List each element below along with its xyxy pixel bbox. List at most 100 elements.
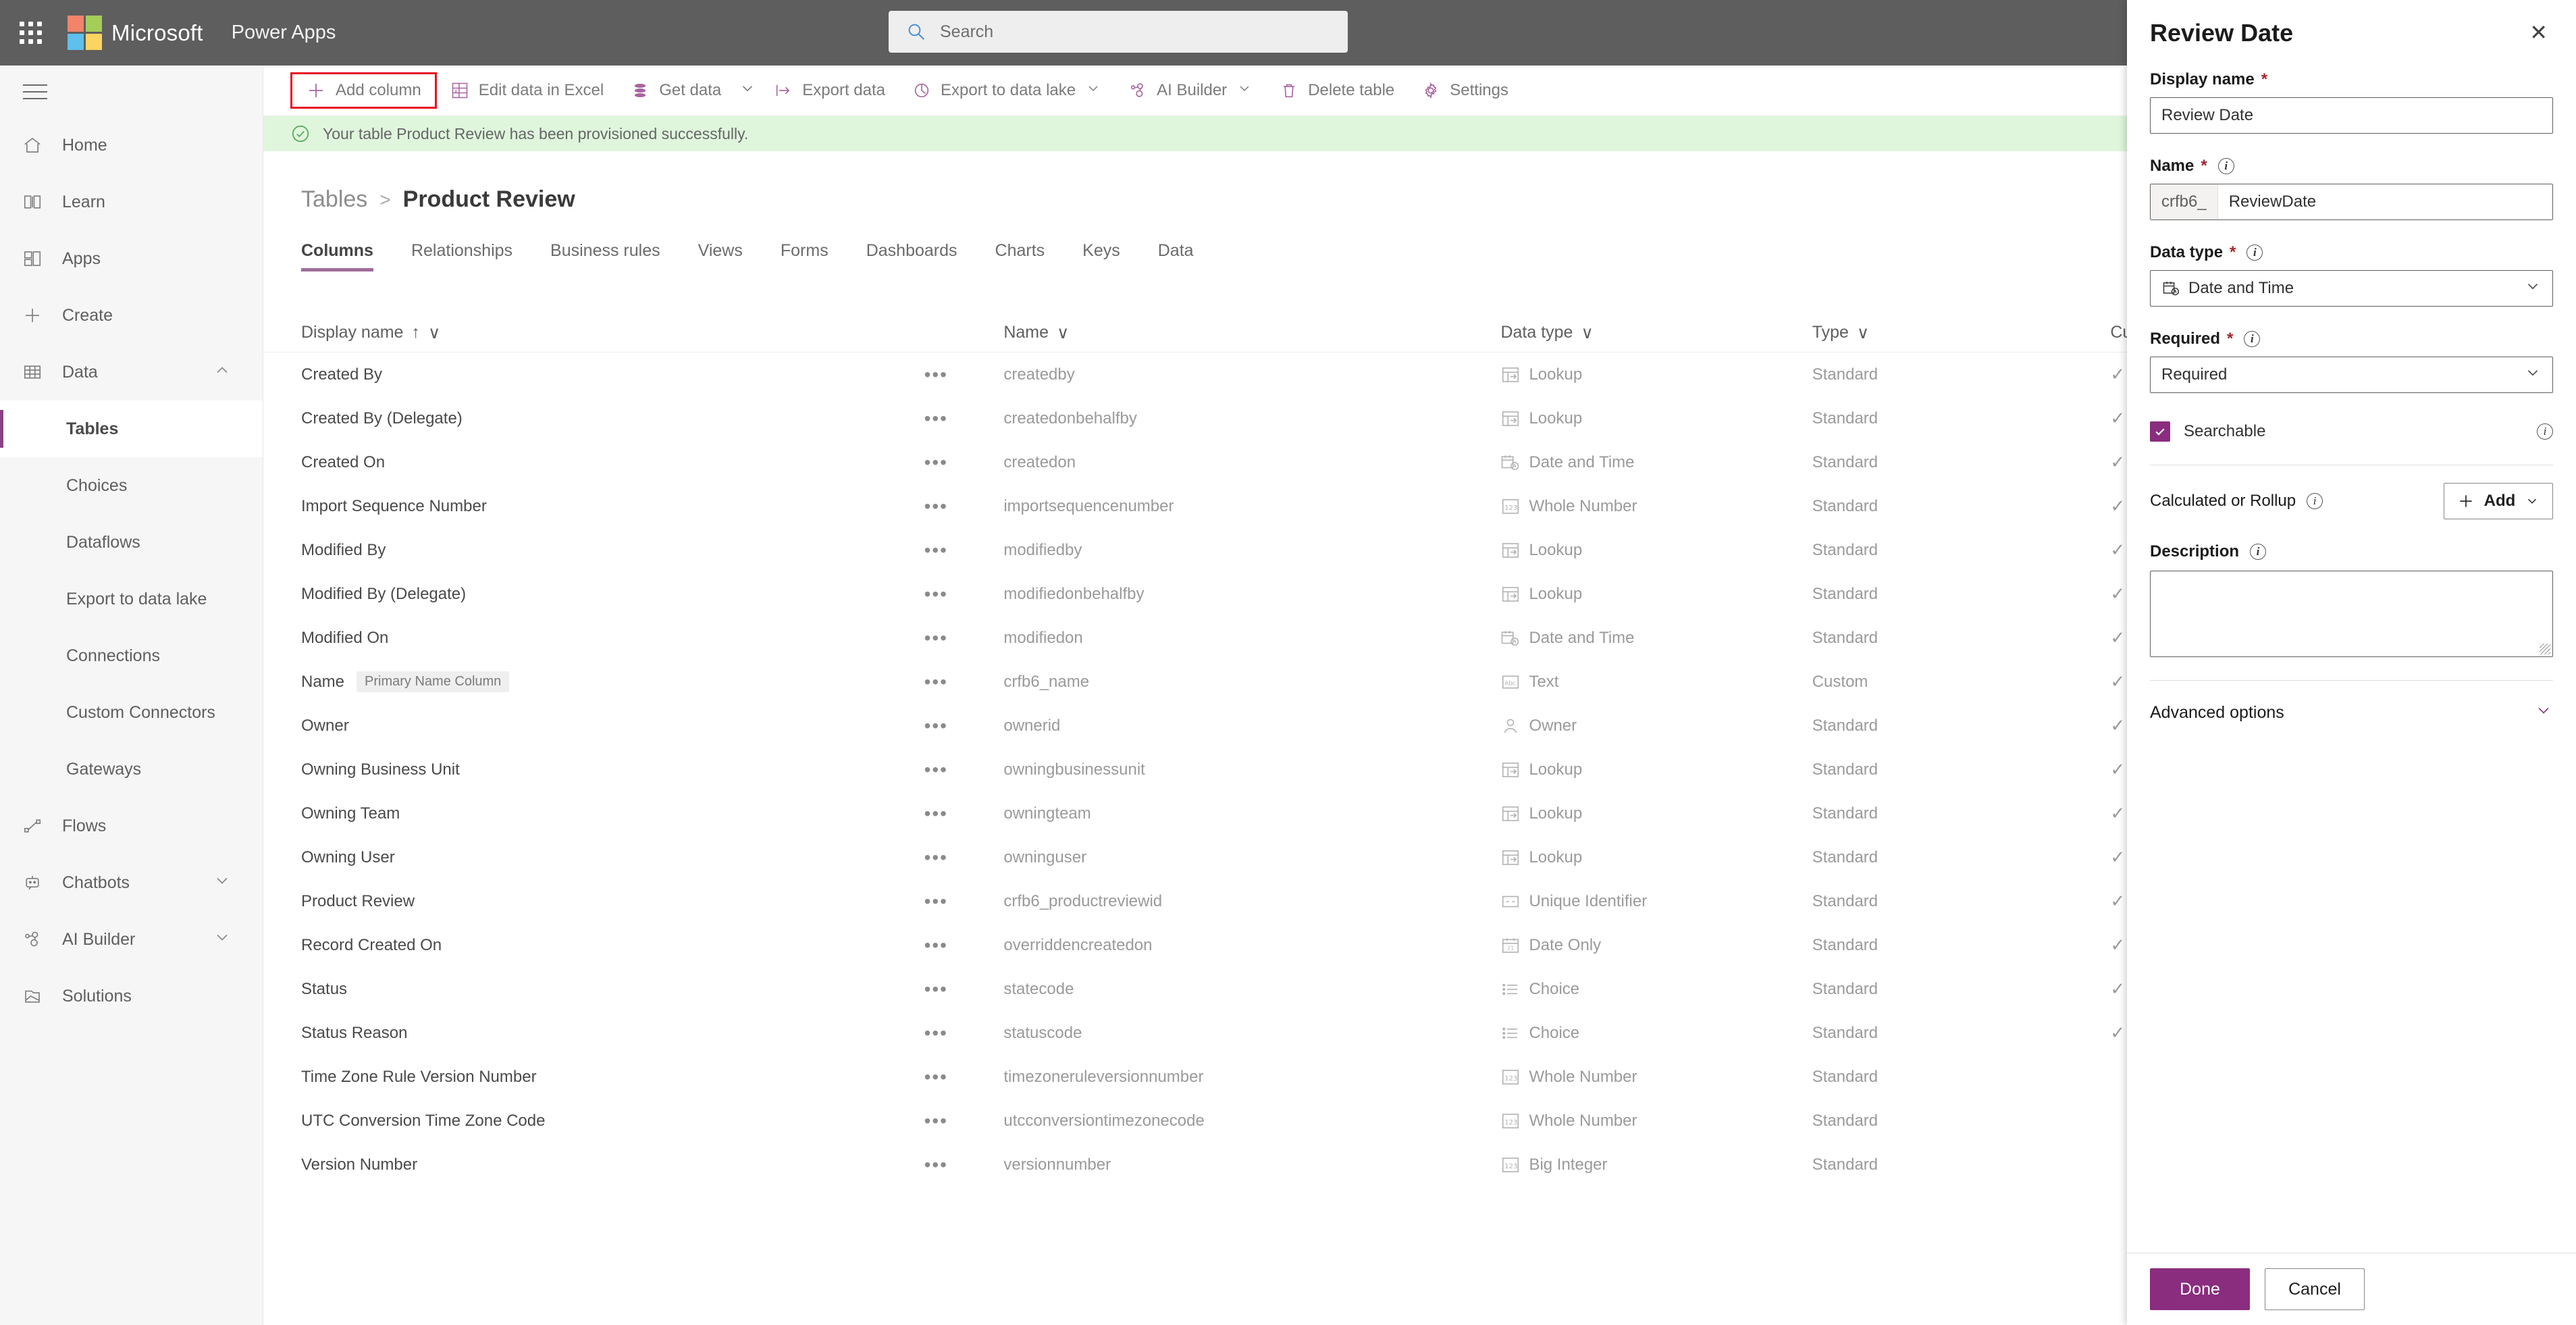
sidebar-item-custom-connectors[interactable]: Custom Connectors — [0, 684, 263, 741]
info-icon[interactable]: i — [2537, 423, 2553, 440]
chevron-down-icon[interactable] — [213, 871, 232, 895]
tab-dashboards[interactable]: Dashboards — [847, 241, 976, 271]
ellipsis-icon[interactable]: ••• — [924, 496, 948, 517]
ellipsis-icon[interactable]: ••• — [924, 847, 948, 868]
row-context-menu-button[interactable]: ••• — [924, 891, 1004, 912]
chevron-down-icon[interactable] — [2524, 278, 2542, 300]
sidebar-item-data[interactable]: Data — [0, 344, 263, 400]
row-context-menu-button[interactable]: ••• — [924, 1066, 1004, 1088]
row-context-menu-button[interactable]: ••• — [924, 1022, 1004, 1044]
required-dropdown[interactable]: Required — [2150, 357, 2553, 393]
info-icon[interactable]: i — [2246, 244, 2263, 261]
table-row[interactable]: Record Created On ••• overriddencreatedon 2… — [263, 923, 2303, 967]
table-row[interactable]: Modified By (Delegate) ••• modifiedonbehal… — [263, 572, 2303, 616]
ellipsis-icon[interactable]: ••• — [924, 715, 948, 737]
export-data-button[interactable]: Export data — [760, 74, 899, 107]
table-row[interactable]: Owner ••• ownerid Owner Standard ✓ — [263, 704, 2303, 748]
sidebar-item-ai-builder[interactable]: AI Builder — [0, 911, 263, 968]
ellipsis-icon[interactable]: ••• — [924, 803, 948, 825]
chevron-down-icon[interactable]: ∨ — [1581, 323, 1593, 343]
ellipsis-icon[interactable]: ••• — [924, 1110, 948, 1132]
table-row[interactable]: Status Reason ••• statuscode Choice Standard… — [263, 1011, 2303, 1055]
searchable-checkbox[interactable] — [2150, 421, 2170, 442]
table-row[interactable]: Modified By ••• modifiedby Lookup Standard ✓ — [263, 528, 2303, 572]
hamburger-menu-icon[interactable] — [0, 66, 263, 117]
row-context-menu-button[interactable]: ••• — [924, 364, 1004, 386]
microsoft-logo[interactable]: Microsoft — [68, 16, 203, 50]
display-name-input[interactable]: Review Date — [2150, 97, 2553, 134]
data-type-dropdown[interactable]: Date and Time — [2150, 270, 2553, 307]
ellipsis-icon[interactable]: ••• — [924, 1022, 948, 1044]
table-row[interactable]: Created By ••• createdby Lookup Standard ✓ — [263, 353, 2303, 396]
tab-business-rules[interactable]: Business rules — [531, 241, 679, 271]
row-context-menu-button[interactable]: ••• — [924, 979, 1004, 1000]
info-icon[interactable]: i — [2250, 544, 2267, 560]
table-row[interactable]: Product Review ••• crfb6_productreviewid Un… — [263, 879, 2303, 923]
tab-keys[interactable]: Keys — [1063, 241, 1139, 271]
sidebar-item-export-to-data-lake[interactable]: Export to data lake — [0, 571, 263, 627]
edit-data-in-excel-button[interactable]: x Edit data in Excel — [437, 74, 617, 107]
sidebar-item-connections[interactable]: Connections — [0, 627, 263, 684]
row-context-menu-button[interactable]: ••• — [924, 540, 1004, 561]
sidebar-item-learn[interactable]: Learn — [0, 174, 263, 230]
cancel-button[interactable]: Cancel — [2265, 1268, 2365, 1310]
row-context-menu-button[interactable]: ••• — [924, 847, 1004, 868]
info-icon[interactable]: i — [2307, 493, 2323, 509]
row-context-menu-button[interactable]: ••• — [924, 408, 1004, 430]
sidebar-item-apps[interactable]: Apps — [0, 230, 263, 287]
ellipsis-icon[interactable]: ••• — [924, 1066, 948, 1088]
sidebar-item-choices[interactable]: Choices — [0, 457, 263, 514]
ellipsis-icon[interactable]: ••• — [924, 935, 948, 956]
sidebar-item-chatbots[interactable]: Chatbots — [0, 854, 263, 911]
tab-data[interactable]: Data — [1139, 241, 1213, 271]
tab-columns[interactable]: Columns — [301, 241, 392, 271]
ellipsis-icon[interactable]: ••• — [924, 759, 948, 781]
sidebar-item-flows[interactable]: Flows — [0, 798, 263, 854]
info-icon[interactable]: i — [2217, 158, 2234, 174]
table-row[interactable]: Version Number ••• versionnumber 123 Big Int… — [263, 1143, 2303, 1187]
global-search[interactable]: Search — [889, 11, 1348, 53]
tab-relationships[interactable]: Relationships — [392, 241, 531, 271]
table-row[interactable]: UTC Conversion Time Zone Code ••• utcconve… — [263, 1099, 2303, 1143]
row-context-menu-button[interactable]: ••• — [924, 452, 1004, 473]
ellipsis-icon[interactable]: ••• — [924, 627, 948, 649]
row-context-menu-button[interactable]: ••• — [924, 671, 1004, 693]
resize-grip-icon[interactable] — [2540, 644, 2550, 654]
ellipsis-icon[interactable]: ••• — [924, 979, 948, 1000]
tab-views[interactable]: Views — [679, 241, 762, 271]
table-row[interactable]: Time Zone Rule Version Number ••• timezone… — [263, 1055, 2303, 1099]
export-to-data-lake-button[interactable]: Export to data lake — [899, 74, 1115, 108]
breadcrumb-parent[interactable]: Tables — [301, 186, 367, 213]
sidebar-item-home[interactable]: Home — [0, 117, 263, 174]
done-button[interactable]: Done — [2150, 1268, 2250, 1310]
ellipsis-icon[interactable]: ••• — [924, 891, 948, 912]
chevron-down-icon[interactable] — [2534, 701, 2553, 725]
description-textarea[interactable] — [2150, 571, 2553, 657]
table-row[interactable]: Status ••• statecode Choice Standard ✓ — [263, 967, 2303, 1011]
row-context-menu-button[interactable]: ••• — [924, 583, 1004, 605]
chevron-down-icon[interactable]: ∨ — [1057, 323, 1069, 343]
ellipsis-icon[interactable]: ••• — [924, 1154, 948, 1176]
tab-forms[interactable]: Forms — [762, 241, 847, 271]
add-calculated-button[interactable]: Add — [2444, 483, 2553, 519]
row-context-menu-button[interactable]: ••• — [924, 496, 1004, 517]
ellipsis-icon[interactable]: ••• — [924, 452, 948, 473]
chevron-down-icon[interactable] — [1085, 80, 1101, 101]
ellipsis-icon[interactable]: ••• — [924, 408, 948, 430]
get-data-button[interactable]: Get data — [617, 74, 735, 107]
chevron-down-icon[interactable] — [2525, 494, 2540, 509]
chevron-up-icon[interactable] — [213, 361, 232, 384]
column-header-name[interactable]: Name ∨ — [1003, 323, 1500, 343]
add-column-button[interactable]: Add column — [290, 72, 437, 109]
tab-charts[interactable]: Charts — [976, 241, 1064, 271]
ellipsis-icon[interactable]: ••• — [924, 583, 948, 605]
app-launcher-waffle-icon[interactable] — [0, 0, 61, 66]
chevron-down-icon[interactable] — [1236, 80, 1253, 101]
name-input[interactable]: crfb6_ ReviewDate — [2150, 184, 2553, 220]
row-context-menu-button[interactable]: ••• — [924, 1110, 1004, 1132]
table-row[interactable]: Owning Team ••• owningteam Lookup Standard ✓ — [263, 791, 2303, 835]
row-context-menu-button[interactable]: ••• — [924, 935, 1004, 956]
column-header-display-name[interactable]: Display name ↑ ∨ — [301, 323, 924, 343]
sidebar-item-gateways[interactable]: Gateways — [0, 741, 263, 798]
toolbar-overflow-chevron-down-icon[interactable] — [735, 80, 760, 101]
